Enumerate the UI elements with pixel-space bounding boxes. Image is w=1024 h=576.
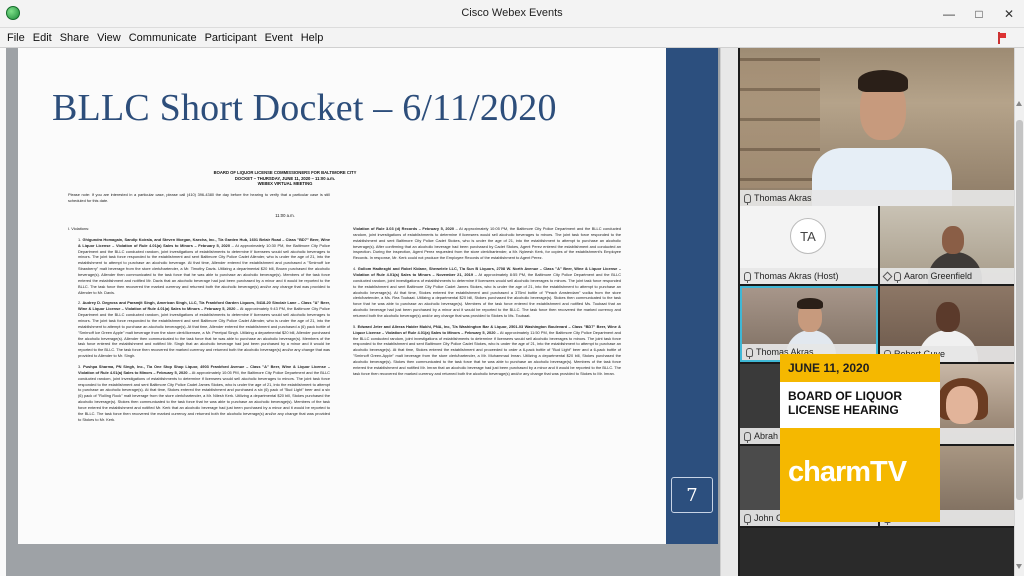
menu-event[interactable]: Event xyxy=(261,32,297,44)
broadcast-overlay: JUNE 11, 2020 BOARD OF LIQUOR LICENSE HE… xyxy=(780,354,940,522)
minimize-button[interactable]: — xyxy=(934,0,964,28)
slide-title: BLLC Short Docket – 6/11/2020 xyxy=(52,87,557,129)
microphone-icon[interactable] xyxy=(746,347,753,359)
avatar: TA xyxy=(790,218,826,254)
docket-right-column: Violation of Rule 3.03 (d) Records – Feb… xyxy=(343,226,621,382)
slide-side-bar xyxy=(666,48,718,544)
menu-share[interactable]: Share xyxy=(56,32,93,44)
microphone-icon[interactable] xyxy=(744,513,751,525)
menu-participant[interactable]: Participant xyxy=(201,32,261,44)
menu-view[interactable]: View xyxy=(93,32,125,44)
participant-label: Thomas Akras (Host) xyxy=(740,268,878,284)
microphone-icon[interactable] xyxy=(744,431,751,443)
scroll-down-icon[interactable] xyxy=(1016,564,1022,570)
overlay-title-line: LICENSE HEARING xyxy=(788,402,899,417)
microphone-icon[interactable] xyxy=(744,271,751,283)
microphone-icon[interactable] xyxy=(894,271,901,283)
video-tile-participant[interactable]: Robert Guye xyxy=(880,286,1015,362)
scrollbar-thumb[interactable] xyxy=(1016,120,1023,500)
charmtv-logo: charmTV xyxy=(788,456,908,488)
scroll-up-icon[interactable] xyxy=(1016,100,1022,106)
video-tile-host[interactable]: TA Thomas Akras (Host) xyxy=(740,206,878,284)
window-controls: — □ ✕ xyxy=(934,0,1024,28)
docket-section: I. Violations: xyxy=(68,226,90,231)
slide-page-number: 7 xyxy=(671,477,713,513)
pin-icon[interactable] xyxy=(882,271,893,281)
microphone-icon[interactable] xyxy=(744,193,751,205)
docket-item: 4. Gollom Hadtezghi and Robel Kidane, Sh… xyxy=(353,266,622,319)
title-bar: Cisco Webex Events — □ ✕ xyxy=(0,0,1024,28)
docket-left-column: I. Violations: 1. Ghigundra Homagain, Sa… xyxy=(68,226,330,428)
docket-item: Violation of Rule 3.03 (d) Records – Feb… xyxy=(353,226,621,261)
menu-bar: File Edit Share View Communicate Partici… xyxy=(0,28,1024,48)
charmtv-logo-block: charmTV xyxy=(780,428,940,522)
docket-notice: Please note: If you are interested in a … xyxy=(68,192,330,209)
docket-item: 1. Ghigundra Homagain, Sandip Koirala, a… xyxy=(78,236,330,295)
overlay-title: BOARD OF LIQUOR LICENSE HEARING xyxy=(780,384,940,418)
close-button[interactable]: ✕ xyxy=(994,0,1024,28)
menu-help[interactable]: Help xyxy=(297,32,328,44)
docket-item: 3. Pushpa Sharma, PN Singh, Inc., T/a On… xyxy=(78,364,330,422)
stage-divider[interactable] xyxy=(720,48,738,576)
overlay-date: JUNE 11, 2020 xyxy=(780,354,940,382)
video-tile-active-speaker[interactable]: Thomas Akras xyxy=(740,48,1015,206)
participant-label: Aaron Greenfield xyxy=(880,268,1015,284)
window-title: Cisco Webex Events xyxy=(461,7,563,19)
docket-header-line: WEBEX VIRTUAL MEETING xyxy=(257,181,313,187)
maximize-button[interactable]: □ xyxy=(964,0,994,28)
menu-communicate[interactable]: Communicate xyxy=(125,32,201,44)
participant-video xyxy=(740,48,1015,206)
docket-notice-text: Please note: If you are interested in a … xyxy=(68,192,330,203)
docket-header: BOARD OF LIQUOR LICENSE COMMISSIONERS FO… xyxy=(120,170,450,187)
overlay-title-line: BOARD OF LIQUOR xyxy=(788,389,902,403)
participant-label: Thomas Akras xyxy=(740,190,1015,206)
docket-time: 11:00 a.m. xyxy=(275,213,295,218)
docket-item: 5. Edward Jeter and Alireza Haider Mukhi… xyxy=(353,323,621,376)
video-tile-participant[interactable]: Aaron Greenfield xyxy=(880,206,1015,284)
video-tile-row-bottom xyxy=(740,528,1015,576)
video-tile-self[interactable]: Thomas Akras xyxy=(740,286,878,362)
raise-hand-icon[interactable] xyxy=(998,32,1006,44)
participants-scrollbar[interactable] xyxy=(1014,48,1024,576)
docket-item: 2. Audrey D. Degross and Paramjit Singh,… xyxy=(78,300,330,359)
menu-edit[interactable]: Edit xyxy=(29,32,56,44)
menu-file[interactable]: File xyxy=(3,32,29,44)
